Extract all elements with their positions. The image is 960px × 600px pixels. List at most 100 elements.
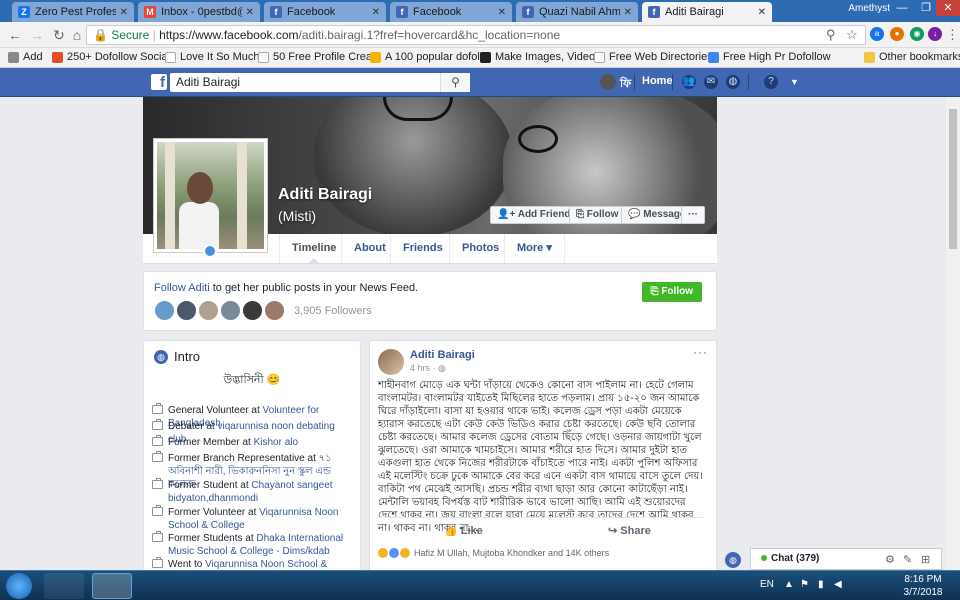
extension-icon[interactable]: a [870, 27, 884, 41]
facebook-logo-icon[interactable]: f [151, 74, 167, 91]
divider [634, 74, 635, 90]
avatar[interactable] [264, 300, 285, 321]
new-group-icon[interactable]: ⊞ [921, 553, 930, 566]
forward-icon[interactable]: → [28, 26, 46, 44]
intro-item: Former Volunteer at Viqarunnisa Noon Sch… [152, 505, 352, 532]
avatar[interactable] [600, 74, 616, 90]
tab-more[interactable]: More ▾ [504, 234, 565, 263]
search-icon[interactable]: ⚲ [440, 73, 470, 92]
chat-sidebar-globe-icon[interactable]: ◍ [725, 552, 741, 568]
avatar[interactable] [220, 300, 241, 321]
extension-icon[interactable]: ↓ [928, 27, 942, 41]
intro-item-link[interactable]: Kishor alo [254, 437, 298, 448]
url-input[interactable]: 🔒 Secure | https://www.facebook.com/adit… [86, 25, 866, 45]
bookmark-item[interactable]: Free Web Directories [594, 51, 713, 63]
maximize-icon[interactable]: ❐ [914, 0, 938, 16]
clock[interactable]: 8:16 PM 3/7/2018 [898, 573, 948, 599]
friend-requests-icon[interactable]: 👥 [682, 75, 696, 89]
menu-kebab-icon[interactable]: ⋮ [946, 27, 959, 43]
nav-home-link[interactable]: Home [642, 75, 673, 87]
avatar[interactable] [242, 300, 263, 321]
home-icon[interactable]: ⌂ [68, 26, 86, 44]
account-menu-icon[interactable]: ▼ [790, 77, 799, 87]
post-author[interactable]: Aditi Bairagi [410, 349, 475, 361]
file-explorer-icon[interactable] [44, 573, 84, 599]
bookmark-item[interactable]: A 100 popular dofoll [370, 51, 482, 63]
close-tab-icon[interactable]: ✕ [120, 7, 128, 18]
bookmark-item[interactable]: Make Images, Videos [480, 51, 601, 63]
chrome-taskbar-icon[interactable] [92, 573, 132, 599]
intro-card: ◍ Intro উদ্ভাসিনী 😊 General Volunteer at … [143, 340, 361, 572]
tray-up-arrow-icon[interactable]: ▲ [784, 579, 794, 590]
tab-photos[interactable]: Photos [449, 234, 511, 263]
follow-profile-button[interactable]: ⎘ Follow [569, 206, 626, 224]
like-button[interactable]: 👍 Like [444, 524, 483, 537]
close-tab-icon[interactable]: ✕ [624, 7, 632, 18]
avatar[interactable] [198, 300, 219, 321]
avatar[interactable] [176, 300, 197, 321]
chat-count: Chat (379) [771, 553, 820, 564]
bookmark-item[interactable]: 50 Free Profile Creati [258, 51, 378, 63]
browser-tab[interactable]: f Quazi Nabil Ahmed ✕ [516, 2, 638, 22]
tab-friends[interactable]: Friends [390, 234, 455, 263]
reload-icon[interactable]: ↻ [50, 26, 68, 44]
scrollbar-thumb[interactable] [949, 109, 957, 249]
messenger-icon[interactable]: ✉ [704, 75, 718, 89]
page-scrollbar[interactable] [946, 97, 960, 570]
reactions-summary[interactable]: Hafiz M Ullah, Mujtoba Khondker and 14K … [378, 548, 609, 558]
bookmark-star-icon[interactable]: ☆ [846, 27, 858, 43]
post-timestamp[interactable]: 4 hrs · ◍ [410, 363, 446, 374]
browser-tab[interactable]: f Facebook ✕ [390, 2, 512, 22]
close-tab-icon[interactable]: ✕ [758, 7, 766, 18]
notifications-globe-icon[interactable]: ◍ [726, 75, 740, 89]
bookmark-item[interactable]: Free High Pr Dofollow [708, 51, 831, 63]
back-icon[interactable]: ← [6, 26, 24, 44]
like-reaction-icon [389, 548, 399, 558]
browser-tab-active[interactable]: f Aditi Bairagi ✕ [642, 2, 772, 22]
nav-user-link[interactable]: ফি [620, 75, 631, 94]
page-icon [258, 51, 269, 63]
followers-count[interactable]: 3,905 Followers [294, 305, 372, 317]
extension-icon[interactable]: ◉ [910, 27, 924, 41]
search-icon[interactable]: ⚲ [826, 27, 836, 43]
bookmark-item[interactable]: Add [8, 51, 43, 63]
add-friend-button[interactable]: 👤+ Add Friend [490, 206, 578, 224]
other-bookmarks[interactable]: Other bookmarks [864, 51, 960, 63]
tab-timeline[interactable]: Timeline [279, 234, 348, 263]
more-options-button[interactable]: ··· [681, 206, 705, 224]
avatar[interactable] [154, 300, 175, 321]
profile-name[interactable]: Aditi Bairagi [278, 186, 372, 204]
close-tab-icon[interactable]: ✕ [372, 7, 380, 18]
close-window-icon[interactable]: ✕ [936, 0, 960, 16]
bookmark-item[interactable]: 250+ Dofollow Socia [52, 51, 168, 63]
profile-picture[interactable] [153, 138, 268, 253]
post-options-button[interactable]: ··· [693, 345, 708, 359]
close-tab-icon[interactable]: ✕ [246, 7, 254, 18]
flag-icon[interactable]: ⚑ [800, 579, 809, 590]
compose-icon[interactable]: ✎ [903, 553, 912, 566]
browser-tab[interactable]: Z Zero Pest Professio ✕ [12, 2, 134, 22]
avatar[interactable] [378, 349, 404, 375]
language-indicator[interactable]: EN [760, 579, 774, 590]
browser-profile-name[interactable]: Amethyst [848, 3, 890, 14]
volume-icon[interactable]: ◀ [834, 579, 842, 590]
browser-tab[interactable]: M Inbox - 0pestbd@g ✕ [138, 2, 260, 22]
facebook-search-input[interactable]: Aditi Bairagi ⚲ [170, 73, 470, 92]
share-button[interactable]: ↪ Share [608, 524, 651, 537]
follow-button[interactable]: ⎘ Follow [641, 282, 702, 302]
extension-icon[interactable]: ● [890, 27, 904, 41]
help-icon[interactable]: ? [764, 75, 778, 89]
follow-prompt-name[interactable]: Aditi [188, 282, 209, 294]
thumbs-up-icon: 👍 [444, 525, 458, 537]
start-button-icon[interactable] [6, 573, 32, 599]
bookmark-item[interactable]: Love It So Much [165, 51, 260, 63]
network-icon[interactable]: ▮ [818, 579, 824, 590]
follow-prompt-prefix[interactable]: Follow [154, 282, 188, 294]
share-label: Share [620, 525, 651, 537]
intro-item-text: Former Students at [168, 533, 257, 544]
close-tab-icon[interactable]: ✕ [498, 7, 506, 18]
chat-bar[interactable]: Chat (379) ⚙ ✎ ⊞ [750, 548, 942, 570]
minimize-icon[interactable]: — [890, 0, 914, 16]
browser-tab[interactable]: f Facebook ✕ [264, 2, 386, 22]
gear-icon[interactable]: ⚙ [885, 553, 895, 566]
